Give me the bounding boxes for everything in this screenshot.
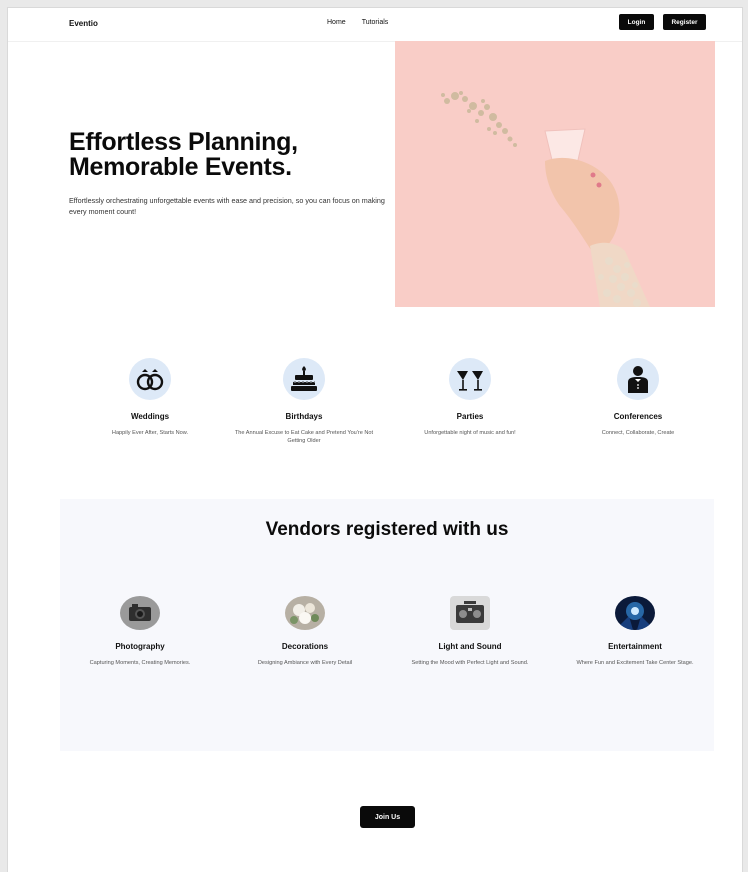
vendor-desc: Setting the Mood with Perfect Light and … bbox=[411, 660, 529, 666]
stage-lights-image bbox=[615, 596, 655, 630]
birthday-cake-icon bbox=[283, 358, 325, 400]
register-button[interactable]: Register bbox=[663, 14, 706, 30]
vendor-desc: Designing Ambiance with Every Detail bbox=[257, 660, 353, 666]
hero-title: Effortless Planning, Memorable Events. bbox=[69, 130, 369, 180]
vendor-photography[interactable]: Photography Capturing Moments, Creating … bbox=[70, 596, 210, 667]
presenter-icon bbox=[617, 358, 659, 400]
category-title: Birthdays bbox=[285, 412, 323, 421]
vendor-entertainment[interactable]: Entertainment Where Fun and Excitement T… bbox=[565, 596, 705, 667]
page: Eventio Home Tutorials Login Register Ef… bbox=[8, 8, 742, 872]
speaker-image bbox=[450, 596, 490, 630]
brand-logo[interactable]: Eventio bbox=[69, 19, 98, 28]
hero-title-line1: Effortless Planning, bbox=[69, 128, 298, 156]
category-conferences[interactable]: Conferences Connect, Collaborate, Create bbox=[568, 358, 708, 437]
category-weddings[interactable]: Weddings Happily Ever After, Starts Now. bbox=[80, 358, 220, 437]
vendor-title: Decorations bbox=[281, 642, 329, 651]
nav-link-tutorials[interactable]: Tutorials bbox=[362, 19, 389, 26]
vendor-desc: Where Fun and Excitement Take Center Sta… bbox=[576, 660, 694, 666]
category-title: Weddings bbox=[130, 412, 170, 421]
category-desc: Happily Ever After, Starts Now. bbox=[111, 430, 189, 436]
champagne-glass-hand-image bbox=[441, 91, 650, 307]
flowers-image bbox=[285, 596, 325, 630]
vendor-light-and-sound[interactable]: Light and Sound Setting the Mood with Pe… bbox=[400, 596, 540, 667]
category-title: Conferences bbox=[613, 412, 663, 421]
hero-subtitle: Effortlessly orchestrating unforgettable… bbox=[69, 196, 385, 216]
join-us-button[interactable]: Join Us bbox=[360, 806, 415, 828]
vendor-title: Light and Sound bbox=[438, 642, 502, 651]
vendor-decorations[interactable]: Decorations Designing Ambiance with Ever… bbox=[235, 596, 375, 667]
camera-image bbox=[120, 596, 160, 630]
nav-link-home[interactable]: Home bbox=[327, 19, 346, 26]
category-birthdays[interactable]: Birthdays The Annual Excuse to Eat Cake … bbox=[234, 358, 374, 445]
nav-links: Home Tutorials bbox=[327, 19, 388, 26]
hero-title-line2: Memorable Events. bbox=[69, 153, 292, 181]
vendors-section: Vendors registered with us Photography C… bbox=[60, 499, 714, 751]
navbar: Eventio Home Tutorials Login Register bbox=[8, 8, 742, 42]
vendor-title: Photography bbox=[115, 642, 165, 651]
vendors-title: Vendors registered with us bbox=[265, 519, 509, 540]
category-desc: Connect, Collaborate, Create bbox=[601, 430, 675, 436]
category-desc: The Annual Excuse to Eat Cake and Preten… bbox=[234, 430, 374, 444]
wedding-rings-icon bbox=[129, 358, 171, 400]
hero-image bbox=[395, 41, 715, 307]
category-title: Parties bbox=[456, 412, 484, 421]
category-parties[interactable]: Parties Unforgettable night of music and… bbox=[400, 358, 540, 437]
category-desc: Unforgettable night of music and fun! bbox=[424, 430, 516, 436]
vendor-desc: Capturing Moments, Creating Memories. bbox=[89, 660, 191, 666]
vendor-title: Entertainment bbox=[608, 642, 662, 651]
cocktail-glasses-icon bbox=[449, 358, 491, 400]
login-button[interactable]: Login bbox=[619, 14, 654, 30]
